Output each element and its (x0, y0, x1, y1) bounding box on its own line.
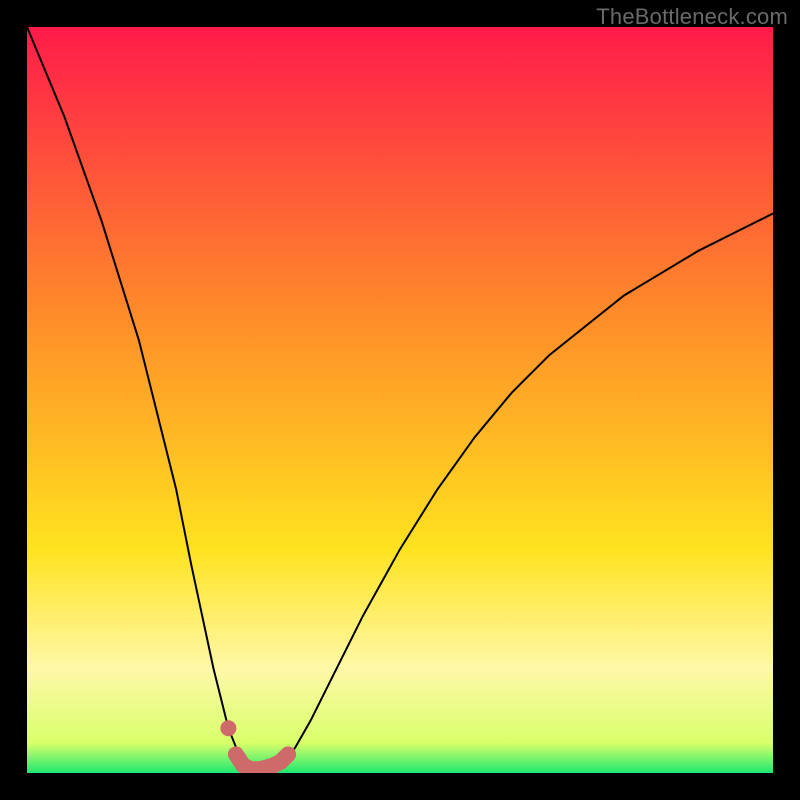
chart-svg (27, 27, 773, 773)
gradient-background (27, 27, 773, 773)
chart-frame: TheBottleneck.com (0, 0, 800, 800)
plot-area (27, 27, 773, 773)
highlight-dot (220, 720, 236, 736)
watermark-text: TheBottleneck.com (596, 4, 788, 30)
